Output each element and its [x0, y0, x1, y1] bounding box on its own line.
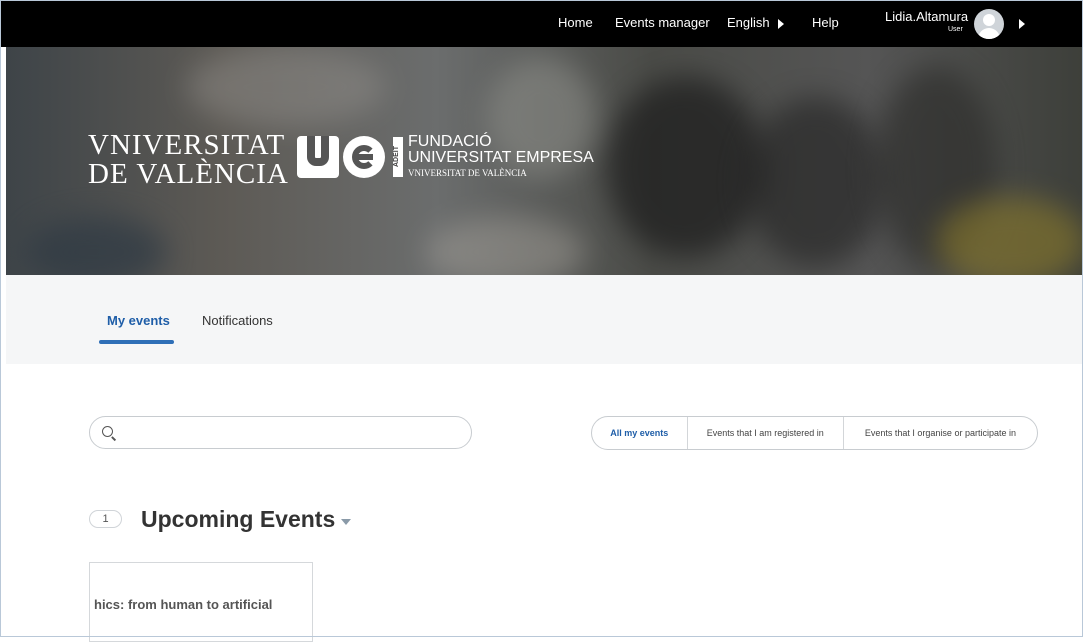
filter-registered-events[interactable]: Events that I am registered in [686, 417, 843, 449]
event-card[interactable]: hics: from human to artificial [89, 562, 313, 642]
user-name[interactable]: Lidia.Altamura [885, 9, 968, 24]
language-label: English [727, 15, 770, 30]
event-filter-group: All my events Events that I am registere… [591, 416, 1038, 450]
filter-organised-events[interactable]: Events that I organise or participate in [842, 417, 1037, 449]
active-tab-indicator [99, 340, 174, 344]
top-navigation-bar: Home Events manager English Help Lidia.A… [0, 0, 1083, 47]
user-role: User [948, 26, 963, 33]
nav-home-link[interactable]: Home [558, 15, 593, 30]
caret-right-icon [777, 18, 784, 29]
user-avatar-icon[interactable] [974, 9, 1004, 39]
filter-all-my-events[interactable]: All my events [592, 417, 687, 449]
language-selector[interactable]: English [727, 15, 784, 30]
user-menu-caret-icon[interactable] [1019, 19, 1025, 29]
event-title: hics: from human to artificial [94, 597, 273, 612]
adeit-label: ADEIT [393, 137, 403, 177]
search-icon [102, 426, 113, 437]
tab-my-events[interactable]: My events [107, 313, 170, 328]
tabs-bar: My events Notifications [6, 275, 1083, 364]
chevron-down-icon[interactable] [341, 519, 351, 525]
universitat-valencia-logo: VNIVERSITAT DE VALÈNCIA [88, 129, 289, 190]
tab-notifications[interactable]: Notifications [202, 313, 273, 328]
nav-events-manager-link[interactable]: Events manager [615, 15, 710, 30]
upcoming-events-title[interactable]: Upcoming Events [141, 506, 335, 533]
search-input[interactable] [124, 423, 458, 445]
upcoming-count-badge: 1 [89, 510, 122, 528]
search-box[interactable] [89, 416, 472, 449]
nav-help-link[interactable]: Help [812, 15, 839, 30]
header-banner: VNIVERSITAT DE VALÈNCIA ADEIT FUNDACIÓ U… [6, 47, 1083, 275]
fundacio-logo-text: FUNDACIÓ UNIVERSITAT EMPRESA VNIVERSITAT… [408, 133, 594, 178]
ue-logo [297, 136, 385, 178]
